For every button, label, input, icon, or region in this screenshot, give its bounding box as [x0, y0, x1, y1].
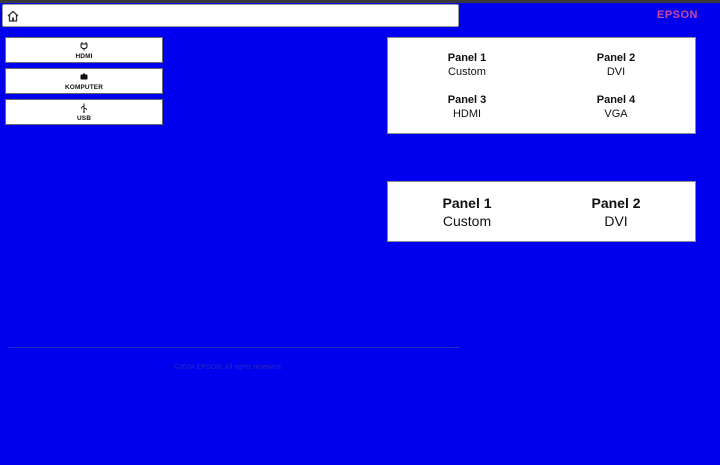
source-label: USB	[76, 114, 92, 122]
panel-source: Custom	[442, 213, 492, 229]
footer-divider	[8, 347, 460, 348]
usb-icon	[81, 103, 87, 113]
panel-name: Panel 2	[596, 52, 636, 64]
top-border	[0, 0, 720, 3]
source-button-komputer[interactable]: KOMPUTER	[5, 68, 163, 94]
panel-cell-1[interactable]: Panel 1 Custom	[390, 52, 544, 78]
source-label: KOMPUTER	[65, 83, 103, 91]
address-bar[interactable]	[2, 4, 459, 27]
panel-cell-4[interactable]: Panel 4 VGA	[539, 94, 693, 120]
panel-source: DVI	[606, 66, 626, 78]
panel-name: Panel 3	[447, 94, 487, 106]
panel-cell-3[interactable]: Panel 3 HDMI	[390, 94, 544, 120]
copyright-text: ©2024 EPSON. All rights reserved.	[174, 364, 283, 371]
plug-icon	[80, 41, 88, 50]
panel-name: Panel 1	[442, 195, 492, 211]
layout-dual[interactable]: Panel 1 Custom Panel 2 DVI	[387, 181, 696, 242]
panel-cell-1[interactable]: Panel 1 Custom	[390, 195, 544, 229]
home-icon[interactable]	[6, 9, 20, 23]
panel-source: VGA	[604, 108, 628, 120]
panel-name: Panel 4	[596, 94, 636, 106]
panel-name: Panel 2	[591, 195, 641, 211]
panel-cell-2[interactable]: Panel 2 DVI	[539, 52, 693, 78]
panel-source: HDMI	[452, 108, 482, 120]
brand-logo: EPSON	[656, 9, 698, 21]
source-button-hdmi[interactable]: HDMI	[5, 37, 163, 63]
panel-source: Custom	[448, 66, 486, 78]
source-button-usb[interactable]: USB	[5, 99, 163, 125]
panel-cell-2[interactable]: Panel 2 DVI	[539, 195, 693, 229]
panel-source: DVI	[604, 213, 628, 229]
layout-quad[interactable]: Panel 1 Custom Panel 2 DVI Panel 3 HDMI …	[387, 37, 696, 134]
monitor-icon	[80, 73, 88, 79]
panel-name: Panel 1	[447, 52, 487, 64]
source-label: HDMI	[75, 52, 93, 60]
